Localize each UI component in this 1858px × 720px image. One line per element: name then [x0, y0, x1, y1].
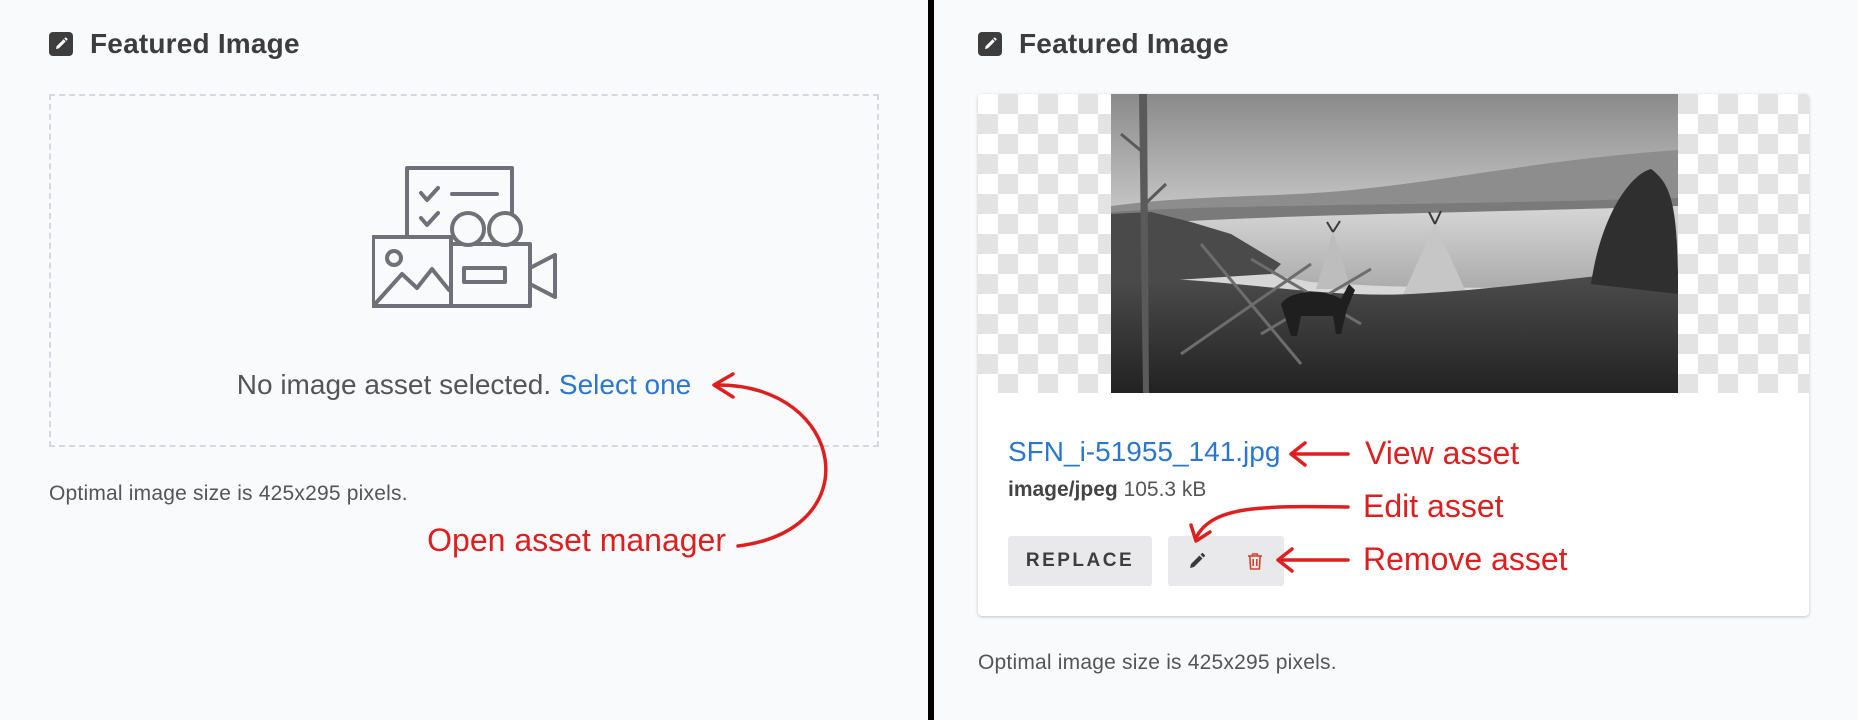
featured-image-empty-panel: Featured Image No image asset selected. …: [0, 0, 928, 720]
annotation-arrows-left: [712, 372, 828, 548]
featured-image-selected-panel: Featured Image SFN_i-51955_141.jpg image…: [934, 0, 1858, 720]
annotation-arrows-right: [1189, 441, 1350, 573]
